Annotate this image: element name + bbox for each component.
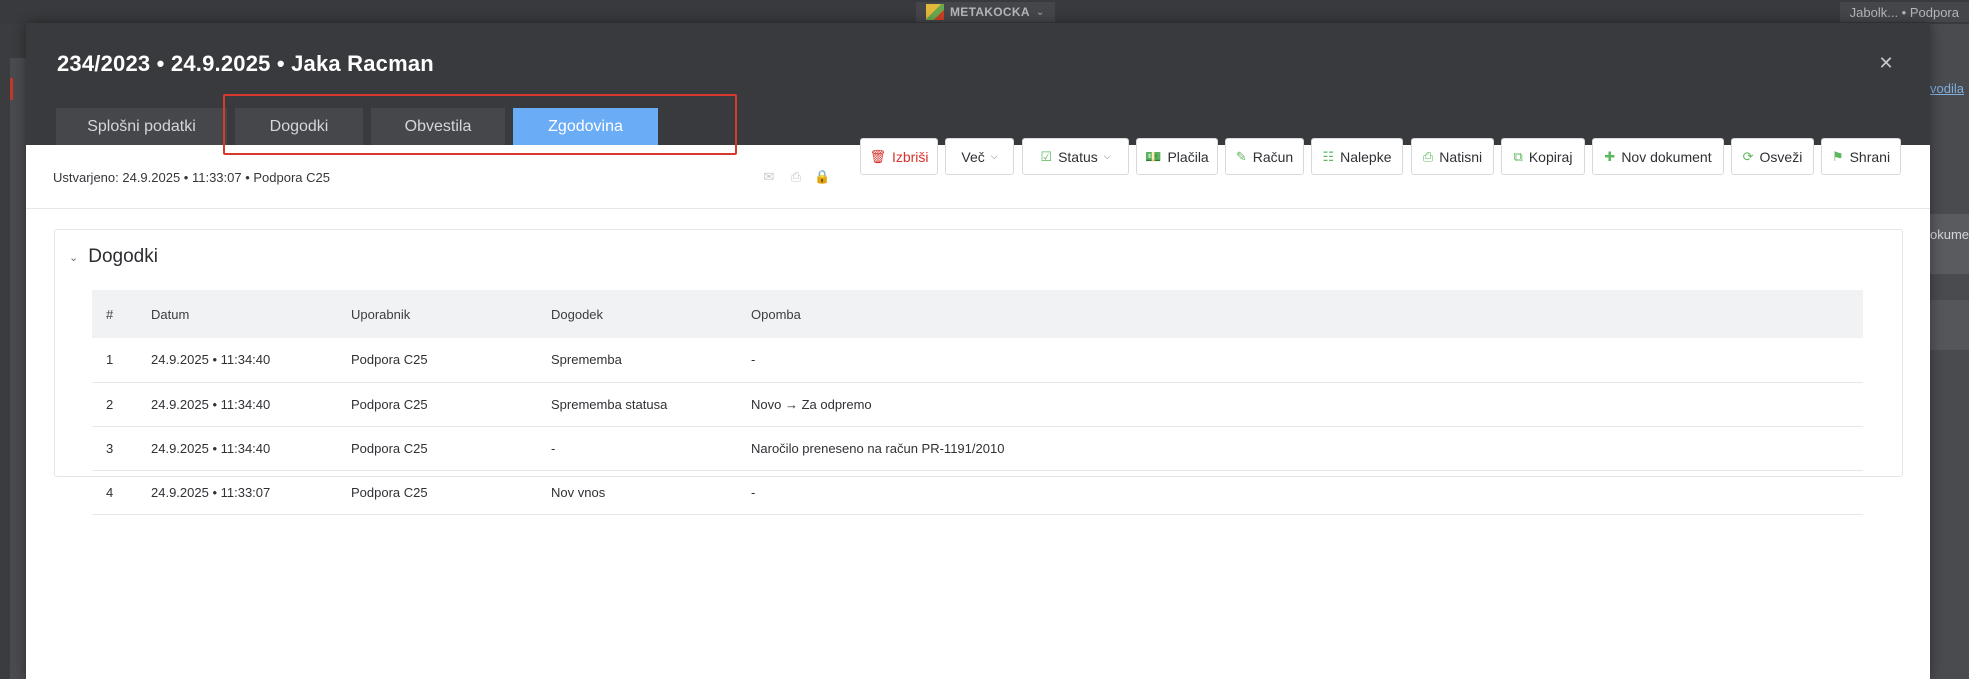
save-button-label: Shrani (1849, 148, 1891, 165)
tab-dogodki[interactable]: Dogodki (235, 108, 363, 145)
row-date: 24.9.2025 • 11:34:40 (151, 352, 271, 368)
background-right-edge: vodila okume (1930, 24, 1969, 679)
pencil-icon: ✎ (1235, 148, 1247, 164)
events-table: # Datum Uporabnik Dogodek Opomba 1 24.9.… (92, 290, 1863, 515)
money-icon: 💵 (1145, 148, 1162, 164)
row-note: Novo → Za odpremo (751, 396, 872, 412)
labels-button-label: Nalepke (1340, 148, 1392, 165)
background-left-edge (0, 24, 26, 679)
row-number: 1 (106, 352, 114, 368)
printer-icon[interactable]: ⎙ (788, 169, 804, 185)
lock-icon[interactable]: 🔒 (814, 169, 830, 185)
events-panel-title: Dogodki (88, 246, 158, 267)
row-number: 2 (106, 396, 114, 412)
table-header-row: # Datum Uporabnik Dogodek Opomba (92, 290, 1863, 338)
tab-splosni-podatki[interactable]: Splošni podatki (56, 108, 227, 145)
column-header: Dogodek (551, 306, 604, 322)
row-number: 3 (106, 440, 114, 456)
table-row: 1 24.9.2025 • 11:34:40 Podpora C25 Sprem… (92, 338, 1863, 382)
status-button-label: Status (1058, 148, 1098, 165)
background-marker (10, 78, 13, 100)
copy-button-label: Kopiraj (1528, 148, 1573, 165)
labels-button[interactable]: ☷ Nalepke (1311, 138, 1403, 175)
refresh-button-label: Osveži (1759, 148, 1803, 165)
document-modal: 234/2023 • 24.9.2025 • Jaka Racman ✕ Spl… (26, 23, 1930, 679)
bookmark-icon: ⚑ (1831, 148, 1844, 164)
column-header: # (106, 306, 114, 322)
status-button[interactable]: ☑ Status ⌵ (1022, 138, 1129, 175)
tab-obvestila[interactable]: Obvestila (371, 108, 505, 145)
email-icon[interactable]: ✉ (761, 169, 777, 185)
close-icon[interactable]: ✕ (1876, 53, 1896, 73)
plus-icon: ✚ (1604, 148, 1616, 164)
print-button-label: Natisni (1439, 148, 1483, 165)
modal-title: 234/2023 • 24.9.2025 • Jaka Racman (57, 51, 434, 76)
modal-tabs: Splošni podatki Dogodki Obvestila Zgodov… (56, 108, 658, 145)
chevron-down-icon: ⌵ (990, 151, 998, 161)
trash-icon: 🗑 (869, 148, 886, 164)
events-panel-header[interactable]: ⌄ Dogodki (69, 246, 158, 268)
brand-label: METAKOCKA (950, 5, 1030, 19)
copy-icon: ⧉ (1513, 148, 1523, 164)
row-event: - (551, 440, 556, 456)
more-button[interactable]: Več ⌵ (945, 138, 1014, 175)
refresh-icon: ⟳ (1742, 148, 1754, 164)
modal-header: 234/2023 • 24.9.2025 • Jaka Racman ✕ Spl… (26, 23, 1930, 155)
brand-switcher[interactable]: METAKOCKA ⌄ (916, 2, 1055, 22)
row-user: Podpora C25 (351, 440, 428, 456)
payments-button-label: Plačila (1167, 148, 1209, 165)
background-panel (10, 58, 26, 679)
chevron-down-icon: ⌵ (1103, 151, 1111, 161)
row-date: 24.9.2025 • 11:33:07 (151, 484, 271, 500)
metakocka-logo-icon (926, 4, 944, 20)
row-date: 24.9.2025 • 11:34:40 (151, 396, 271, 412)
row-user: Podpora C25 (351, 352, 428, 368)
label-icon: ☷ (1322, 148, 1335, 164)
row-user: Podpora C25 (351, 484, 428, 500)
payments-button[interactable]: 💵 Plačila (1136, 138, 1218, 175)
table-row: 2 24.9.2025 • 11:34:40 Podpora C25 Sprem… (92, 382, 1863, 426)
app-top-bar: METAKOCKA ⌄ Jabolk... • Podpora (0, 0, 1969, 24)
row-event: Nov vnos (551, 484, 606, 500)
row-event: Sprememba (551, 352, 622, 368)
created-info: Ustvarjeno: 24.9.2025 • 11:33:07 • Podpo… (53, 170, 330, 185)
column-header: Datum (151, 306, 190, 322)
tab-zgodovina[interactable]: Zgodovina (513, 108, 658, 145)
row-note: - (751, 484, 756, 500)
row-note: Naročilo preneseno na račun PR-1191/2010 (751, 440, 1005, 456)
row-event: Sprememba statusa (551, 396, 668, 412)
delete-button-label: Izbriši (891, 148, 929, 165)
background-link[interactable]: vodila (1930, 81, 1964, 96)
events-panel: ⌄ Dogodki # Datum Uporabnik Dogodek Opom… (54, 229, 1903, 514)
row-number: 4 (106, 484, 114, 500)
background-band (1930, 300, 1969, 350)
delete-button[interactable]: 🗑 Izbriši (860, 138, 938, 175)
print-button[interactable]: ⎙ Natisni (1411, 138, 1494, 175)
save-button[interactable]: ⚑ Shrani (1821, 138, 1901, 175)
refresh-button[interactable]: ⟳ Osveži (1731, 138, 1814, 175)
chevron-down-icon: ⌄ (1035, 6, 1045, 18)
new-document-button-label: Nov dokument (1621, 148, 1712, 165)
column-header: Uporabnik (351, 306, 411, 322)
row-date: 24.9.2025 • 11:34:40 (151, 440, 271, 456)
more-button-label: Več (961, 148, 985, 165)
copy-button[interactable]: ⧉ Kopiraj (1501, 138, 1585, 175)
invoice-button[interactable]: ✎ Račun (1225, 138, 1304, 175)
invoice-button-label: Račun (1252, 148, 1294, 165)
background-text: okume (1930, 227, 1969, 242)
check-square-icon: ☑ (1040, 148, 1053, 164)
table-row: 4 24.9.2025 • 11:33:07 Podpora C25 Nov v… (92, 470, 1863, 514)
column-header: Opomba (751, 306, 801, 322)
row-note: - (751, 352, 756, 368)
chevron-down-icon[interactable]: ⌄ (69, 251, 78, 264)
row-user: Podpora C25 (351, 396, 428, 412)
user-menu[interactable]: Jabolk... • Podpora (1839, 2, 1969, 22)
printer-icon: ⎙ (1422, 148, 1434, 164)
background-band (1930, 214, 1969, 274)
table-row: 3 24.9.2025 • 11:34:40 Podpora C25 - Nar… (92, 426, 1863, 470)
new-document-button[interactable]: ✚ Nov dokument (1592, 138, 1724, 175)
